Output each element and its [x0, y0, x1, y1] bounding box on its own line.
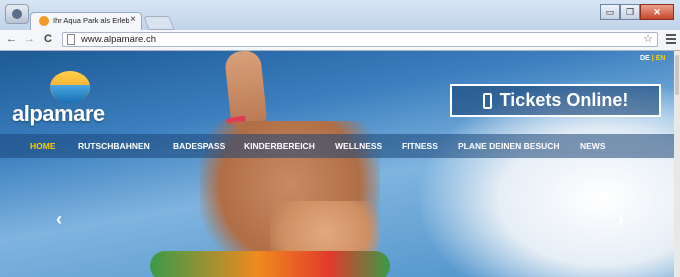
scrollbar-thumb[interactable]	[675, 55, 679, 95]
url-text: www.alpamare.ch	[81, 34, 156, 45]
new-tab-button[interactable]	[143, 16, 175, 30]
tickets-online-button[interactable]: Tickets Online!	[450, 84, 661, 117]
tab-title: Ihr Aqua Park als Erlebnis	[53, 16, 129, 25]
nav-item-home[interactable]: HOME	[30, 141, 56, 151]
browser-tab[interactable]: Ihr Aqua Park als Erlebnis ×	[30, 12, 142, 30]
nav-item-plane-deinen-besuch[interactable]: PLANE DEINEN BESUCH	[458, 141, 560, 151]
reload-icon[interactable]: C	[44, 33, 52, 45]
page-icon	[67, 34, 75, 45]
slider-next-icon[interactable]: ›	[618, 209, 624, 230]
ticket-icon	[482, 92, 492, 109]
back-icon[interactable]: ←	[6, 33, 17, 45]
page-content: DE | EN alpamare Tickets Online! HOME RUTS…	[0, 51, 674, 277]
lang-de-link[interactable]: DE	[640, 55, 650, 62]
tickets-label: Tickets Online!	[499, 90, 629, 110]
nav-item-badespass[interactable]: BADESPASS	[173, 141, 225, 151]
window-controls: ▭ ❐ ✕	[600, 4, 674, 20]
vertical-scrollbar[interactable]	[674, 51, 680, 277]
lang-separator: |	[651, 55, 654, 62]
slider-prev-icon[interactable]: ‹	[56, 209, 62, 230]
nav-item-wellness[interactable]: WELLNESS	[335, 141, 382, 151]
lang-en-link[interactable]: EN	[656, 55, 666, 62]
nav-item-rutschbahnen[interactable]: RUTSCHBAHNEN	[78, 141, 150, 151]
browser-logo-dot	[12, 9, 22, 19]
bookmark-star-icon[interactable]: ☆	[643, 32, 653, 45]
nav-item-fitness[interactable]: FITNESS	[402, 141, 438, 151]
logo-text: alpamare	[12, 101, 105, 126]
raft-graphic	[150, 251, 390, 277]
browser-menu-icon[interactable]	[5, 4, 29, 24]
close-window-button[interactable]: ✕	[640, 4, 674, 20]
alpamare-logo[interactable]: alpamare	[12, 71, 130, 127]
language-switcher: DE | EN	[640, 55, 665, 62]
address-bar[interactable]: www.alpamare.ch ☆	[62, 32, 658, 47]
nav-item-news[interactable]: NEWS	[580, 141, 606, 151]
main-navigation: HOME RUTSCHBAHNEN BADESPASS KINDERBEREIC…	[0, 134, 674, 158]
minimize-button[interactable]: ▭	[600, 4, 620, 20]
browser-toolbar: ← → C www.alpamare.ch ☆	[0, 30, 680, 51]
forward-icon[interactable]: →	[24, 33, 35, 45]
tab-close-icon[interactable]: ×	[130, 14, 136, 25]
menu-icon[interactable]	[666, 34, 676, 44]
restore-button[interactable]: ❐	[620, 4, 640, 20]
nav-item-kinderbereich[interactable]: KINDERBEREICH	[244, 141, 315, 151]
favicon-icon	[39, 16, 49, 26]
